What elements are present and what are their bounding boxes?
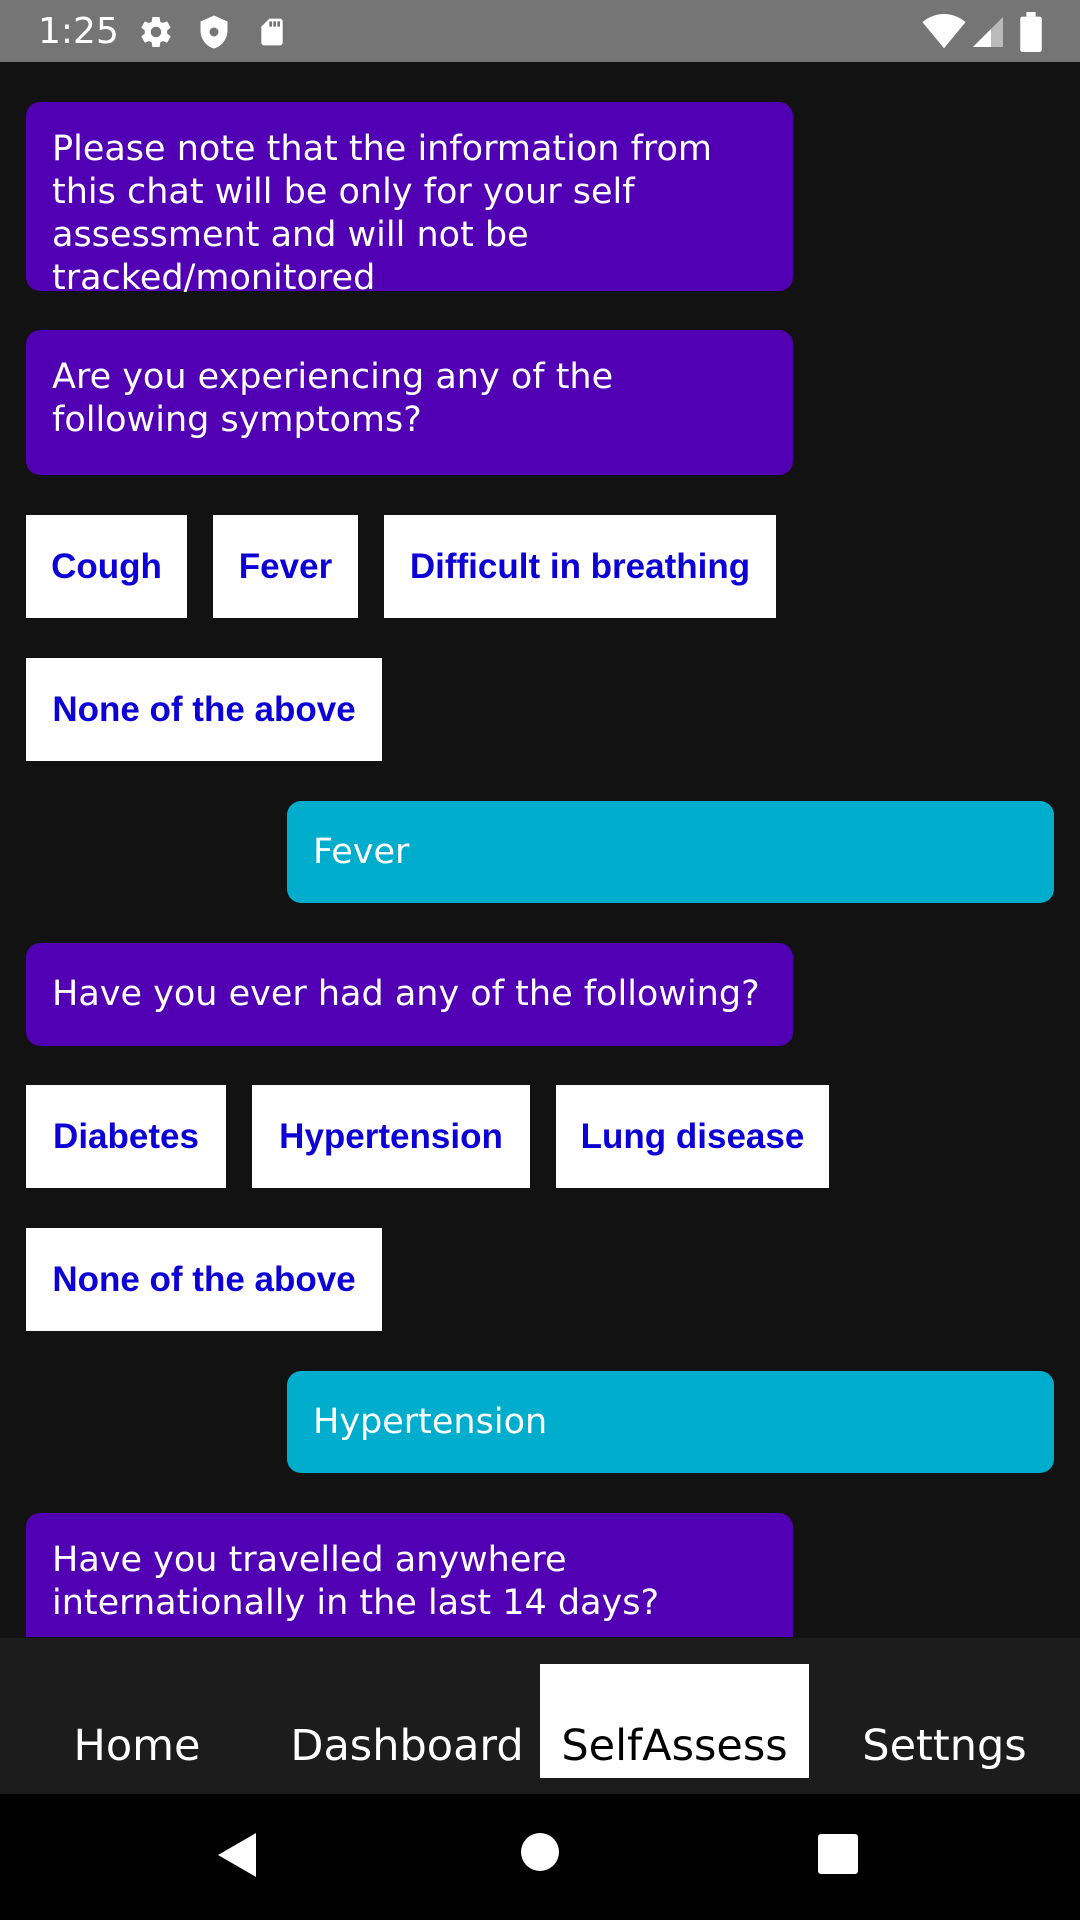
gear-icon — [138, 14, 174, 55]
status-time: 1:25 — [38, 11, 119, 52]
sd-card-icon — [256, 14, 288, 55]
option-cough-button[interactable]: Cough — [26, 515, 187, 618]
option-difficult-breathing-button[interactable]: Difficult in breathing — [384, 515, 776, 618]
bottom-tab-bar: Home Dashboard SelfAssess Settngs — [0, 1638, 1080, 1794]
tab-settings[interactable]: Settngs — [809, 1664, 1080, 1778]
bot-message: Have you ever had any of the following? — [26, 943, 793, 1046]
user-message: Hypertension — [287, 1371, 1054, 1473]
option-lung-disease-button[interactable]: Lung disease — [556, 1085, 829, 1188]
chat-list[interactable]: Please note that the information from th… — [0, 62, 1080, 1637]
tab-dashboard[interactable]: Dashboard — [274, 1664, 540, 1778]
system-nav-bar — [0, 1794, 1080, 1920]
signal-icon — [970, 14, 1006, 55]
back-icon[interactable] — [216, 1831, 258, 1884]
bot-message: Have you travelled anywhere internationa… — [26, 1513, 793, 1637]
option-diabetes-button[interactable]: Diabetes — [26, 1085, 226, 1188]
tab-home-label: Home — [73, 1721, 201, 1771]
wifi-icon — [922, 14, 966, 55]
tab-selfassess-label: SelfAssess — [561, 1721, 788, 1771]
option-hypertension-button[interactable]: Hypertension — [252, 1085, 530, 1188]
tab-selfassess[interactable]: SelfAssess — [540, 1664, 809, 1778]
shield-icon — [196, 14, 232, 55]
option-fever-button[interactable]: Fever — [213, 515, 358, 618]
bot-message: Please note that the information from th… — [26, 102, 793, 298]
option-none-button[interactable]: None of the above — [26, 1228, 382, 1331]
recents-icon[interactable] — [818, 1834, 858, 1879]
user-message: Fever — [287, 801, 1054, 903]
home-icon[interactable] — [520, 1832, 560, 1877]
tab-home[interactable]: Home — [0, 1664, 274, 1778]
bot-message: Are you experiencing any of the followin… — [26, 330, 793, 475]
option-none-button[interactable]: None of the above — [26, 658, 382, 761]
tab-dashboard-label: Dashboard — [290, 1721, 524, 1771]
status-bar: 1:25 — [0, 0, 1080, 62]
tab-settings-label: Settngs — [862, 1721, 1027, 1771]
battery-icon — [1020, 12, 1042, 57]
